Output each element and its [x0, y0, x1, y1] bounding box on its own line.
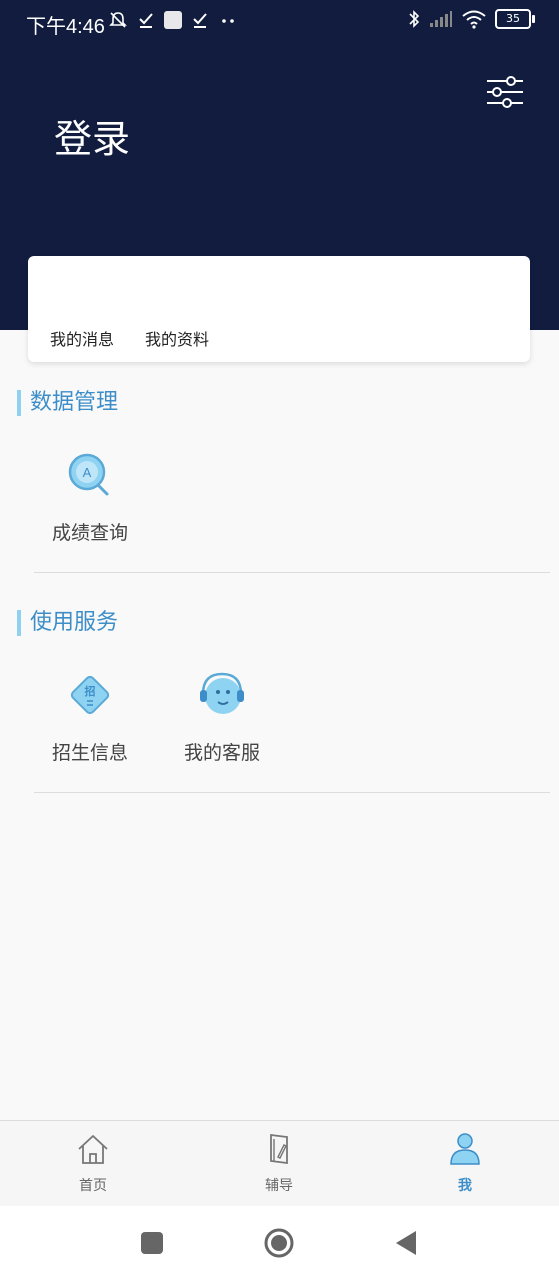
app-notification-icon	[164, 11, 182, 29]
tab-home-label: 首页	[79, 1178, 107, 1194]
score-query-label: 成绩查询	[51, 522, 128, 544]
admission-info-icon: 招	[70, 675, 110, 715]
svg-text:A: A	[83, 465, 92, 480]
signal-icon	[430, 11, 452, 27]
page-title[interactable]: 登录	[54, 108, 130, 163]
home-icon	[78, 1135, 108, 1164]
tab-me-label: 我	[458, 1178, 472, 1194]
customer-service-item[interactable]: 我的客服	[172, 670, 272, 765]
battery-icon: 35	[495, 9, 535, 29]
customer-service-label: 我的客服	[183, 742, 260, 764]
tab-tutoring[interactable]: 辅导	[239, 1131, 319, 1195]
home-button-icon[interactable]	[264, 1228, 294, 1258]
wifi-icon	[462, 10, 486, 29]
bottom-tab-bar: 首页 辅导 我	[0, 1120, 559, 1207]
section-title-data-management: 数据管理	[17, 390, 118, 416]
tab-me[interactable]: 我	[425, 1131, 505, 1195]
system-navigation-bar	[0, 1206, 559, 1280]
user-profile-icon	[450, 1133, 480, 1165]
check-download-icon	[193, 13, 207, 28]
section-title-services: 使用服务	[17, 610, 118, 636]
admission-info-item[interactable]: 招 招生信息	[40, 670, 140, 765]
customer-service-icon	[200, 672, 244, 714]
divider	[34, 792, 550, 793]
status-time: 下午4:46	[26, 16, 105, 38]
back-button-icon[interactable]	[392, 1228, 422, 1258]
divider	[34, 572, 550, 573]
recent-apps-icon[interactable]	[137, 1228, 167, 1258]
admission-info-label: 招生信息	[51, 742, 128, 764]
status-bar: 下午4:46 35	[0, 0, 559, 44]
system-icons: 35	[407, 9, 535, 29]
my-profile-link[interactable]: 我的资料	[145, 326, 209, 350]
svg-text:招: 招	[85, 684, 96, 698]
user-card: 我的消息 我的资料	[28, 256, 530, 362]
tab-tutoring-label: 辅导	[265, 1178, 293, 1194]
score-search-icon: A	[68, 453, 109, 496]
tutoring-book-icon	[270, 1133, 288, 1165]
bluetooth-icon	[409, 10, 420, 28]
more-dots-icon	[222, 19, 234, 23]
mute-bell-icon	[109, 12, 127, 28]
tab-home[interactable]: 首页	[53, 1131, 133, 1195]
settings-sliders-icon[interactable]	[485, 74, 525, 110]
notification-icons	[108, 10, 238, 30]
my-messages-link[interactable]: 我的消息	[50, 326, 114, 350]
check-download-icon	[139, 13, 153, 28]
score-query-item[interactable]: A 成绩查询	[40, 450, 140, 545]
